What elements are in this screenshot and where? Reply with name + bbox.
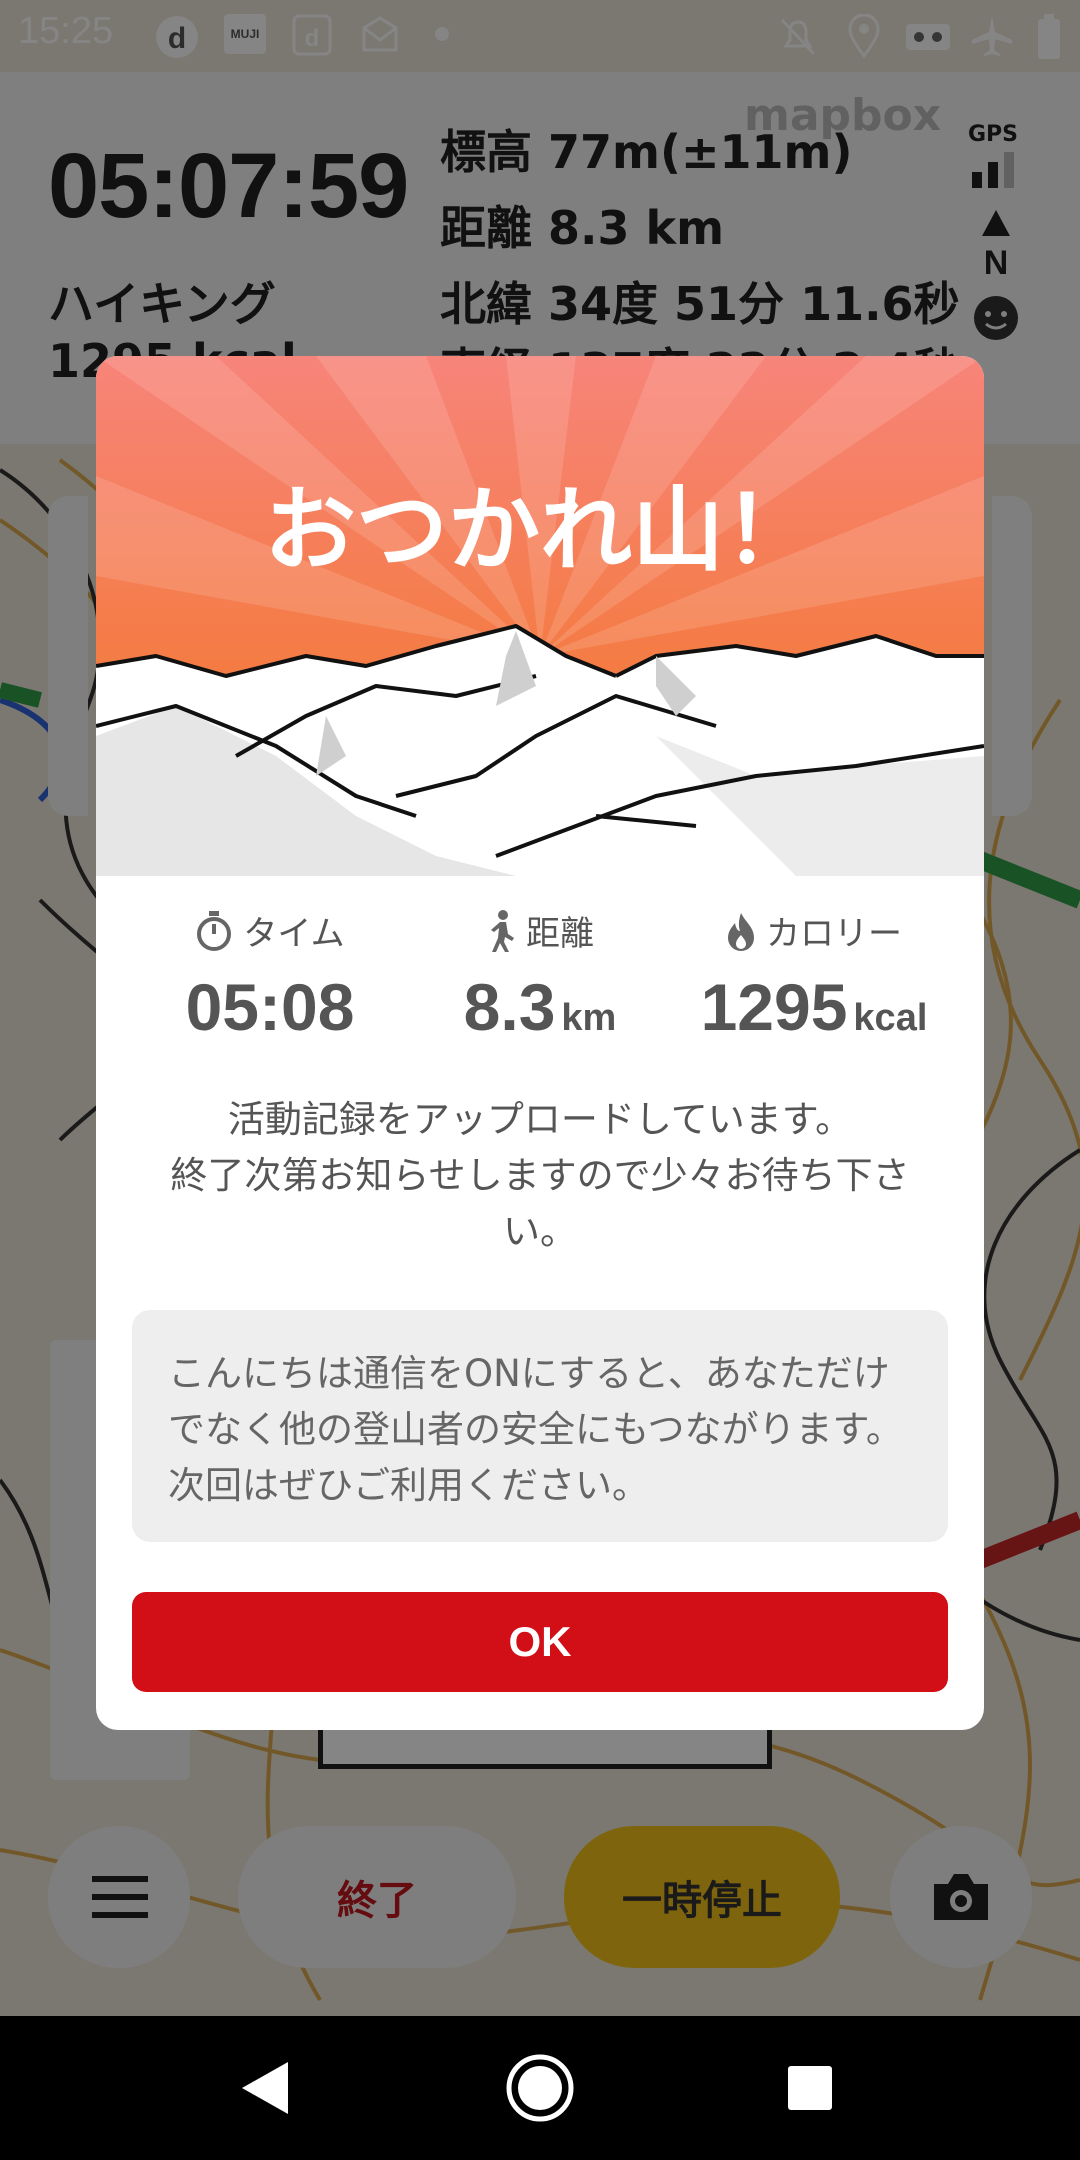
stat-distance-label: 距離 xyxy=(526,914,594,954)
recents-icon[interactable] xyxy=(786,2064,834,2112)
stat-calories: カロリー 1295 kcal xyxy=(664,906,964,1045)
stat-distance: 距離 8.3 km xyxy=(410,906,670,1045)
ok-button[interactable]: OK xyxy=(132,1592,948,1692)
stat-time-label: タイム xyxy=(243,914,345,954)
stat-time: タイム 05:08 xyxy=(140,906,400,1045)
dialog-title: おつかれ山！ xyxy=(263,477,816,584)
walking-icon xyxy=(491,909,514,952)
back-icon[interactable] xyxy=(240,2060,290,2116)
stat-calories-value: 1295 xyxy=(700,970,848,1044)
stat-distance-unit: km xyxy=(561,997,617,1039)
navigation-bar xyxy=(0,2016,1080,2160)
upload-message-line1: 活動記録をアップロードしています。 xyxy=(227,1098,853,1141)
stat-calories-label: カロリー xyxy=(766,914,902,954)
stat-calories-unit: kcal xyxy=(853,997,928,1039)
home-icon[interactable] xyxy=(504,2052,576,2124)
stat-time-value: 05:08 xyxy=(185,970,355,1044)
finish-dialog: おつかれ山！ タイム 05:08 距離 8.3 km カロリー 1295 kca… xyxy=(96,356,984,1730)
upload-message-line2: 終了次第お知らせしますので少々お待ち下さい。 xyxy=(170,1154,910,1253)
mountain-sunburst-illustration xyxy=(96,356,984,876)
stopwatch-icon xyxy=(197,910,232,951)
flame-icon xyxy=(728,912,754,951)
connectivity-notice: こんにちは通信をONにすると、あなただけでなく他の登山者の安全にもつながります。… xyxy=(132,1310,948,1542)
connectivity-notice-text: こんにちは通信をONにすると、あなただけでなく他の登山者の安全にもつながります。… xyxy=(168,1352,903,1507)
upload-message: 活動記録をアップロードしています。 終了次第お知らせしますので少々お待ち下さい。 xyxy=(136,1092,944,1260)
stat-distance-value: 8.3 xyxy=(463,970,556,1044)
